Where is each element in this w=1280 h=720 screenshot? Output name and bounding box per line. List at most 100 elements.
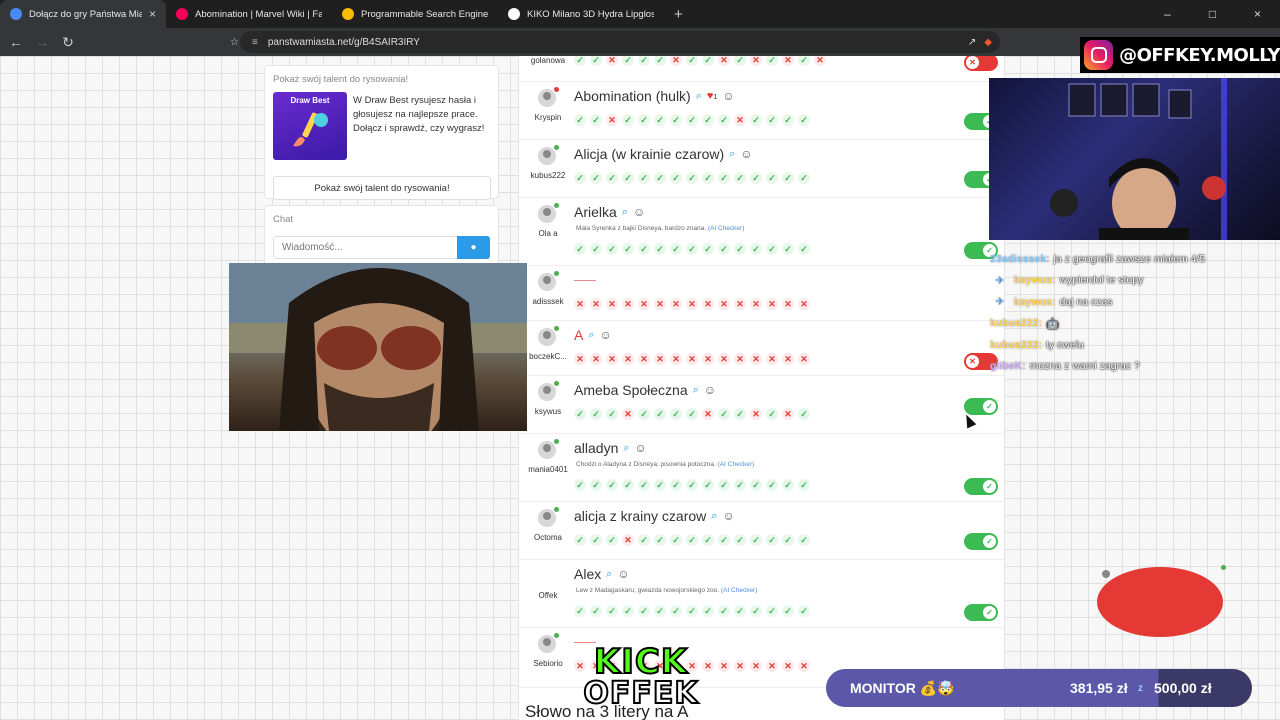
check-icon: ✓ [798,534,810,546]
answer-row: Ola a Arielka ⌕ ☺ Mała Syrenka z bajki Disne… [519,198,1004,266]
new-tab-icon[interactable]: + [664,6,693,23]
check-icon: ✓ [574,243,586,255]
check-icon: ✓ [702,243,714,255]
browser-tab[interactable]: Abomination | Marvel Wiki | Fandom [166,0,332,28]
online-status-icon [554,87,559,92]
cross-icon: ✕ [766,353,778,365]
cross-icon: ✕ [670,56,682,66]
check-icon: ✓ [766,534,778,546]
reaction-icon[interactable]: ☺ [633,205,645,219]
back-icon[interactable]: ← [6,34,26,50]
heart-icon[interactable]: ♥1 [707,90,717,102]
donation-goal-bar: MONITOR 💰🤯 381,95 zł z 500,00 zł [826,669,1252,707]
show-talent-button[interactable]: Pokaż swój talent do rysowania! [273,176,491,200]
kick-logo-top: KICK [593,642,689,682]
reaction-icon[interactable]: ☺ [617,567,629,581]
ai-explanation: Chodzi o Aladyna z Disneya; pisownia pot… [576,461,754,468]
minimize-icon[interactable]: – [1145,0,1190,28]
browser-tab[interactable]: Programmable Search Engine [332,0,498,28]
check-icon: ✓ [734,243,746,255]
player-name: Sebiorio [533,659,563,668]
user-avatar [538,271,559,291]
search-icon[interactable]: ⌕ [588,329,594,342]
maximize-icon[interactable]: □ [1190,0,1235,28]
accept-toggle[interactable]: ✓ [964,478,998,495]
url-text: panstwamiasta.net/g/B4SAIR3IRY [267,36,420,48]
draw-best-tile-label: Draw Best [290,96,330,105]
chat-badge-icon: ✈ [995,274,1005,287]
cross-icon: ✕ [798,660,810,672]
answer-row: mania0401 alladyn ⌕ ☺ Chodzi o Aladyna z Dis… [519,434,1004,502]
check-icon: ✓ [798,243,810,255]
cross-icon: ✕ [574,298,586,310]
cross-icon: ✕ [734,298,746,310]
answer-text: Arielka [574,204,617,220]
user-avatar [538,87,559,107]
like-count: 1 [713,94,718,101]
check-icon: ✓ [654,534,666,546]
site-info-icon[interactable]: ≡ [252,37,258,48]
check-icon: ✓ [654,172,666,184]
browser-tab[interactable]: KIKO Milano 3D Hydra Lipgloss zmię [498,0,664,28]
check-icon: ✓ [766,479,778,491]
user-avatar [1097,565,1226,637]
search-icon[interactable]: ⌕ [623,442,629,455]
check-icon: ✓ [734,534,746,546]
check-icon: ✓ [766,243,778,255]
accept-toggle[interactable]: ✕ [964,56,998,71]
send-message-button[interactable]: ● [457,236,490,259]
close-tab-icon[interactable]: × [149,7,156,21]
check-icon: ✓ [782,243,794,255]
close-window-icon[interactable]: × [1235,0,1280,28]
answer-text: Abomination (hulk) [574,88,691,104]
user-avatar [538,633,559,653]
address-bar[interactable]: ☆ ≡ panstwamiasta.net/g/B4SAIR3IRY ↗ ◆ [230,31,1000,53]
reaction-icon[interactable]: ☺ [600,328,612,342]
forward-icon[interactable]: → [32,34,52,50]
reaction-icon[interactable]: ☺ [635,441,647,455]
check-icon: ✓ [622,243,634,255]
tab-title: Dołącz do gry Państwa Miasta [29,8,142,20]
answer-word: alladyn ⌕ ☺ [574,440,647,456]
share-icon[interactable]: ↗ [968,37,976,48]
check-icon: ✓ [702,534,714,546]
check-icon: ✓ [590,408,602,420]
reaction-icon[interactable]: ☺ [722,89,734,103]
search-icon[interactable]: ⌕ [729,148,735,161]
search-icon[interactable]: ⌕ [711,510,717,523]
cross-icon: ✕ [782,298,794,310]
brave-shield-icon[interactable]: ◆ [984,37,992,48]
check-icon: ✓ [590,243,602,255]
reaction-icon[interactable]: ☺ [740,147,752,161]
chat-text: ty cwelu [1045,338,1084,351]
cross-icon: ✕ [734,114,746,126]
bookmark-icon[interactable]: ☆ [230,37,239,48]
search-icon[interactable]: ⌕ [693,384,699,397]
cross-icon: ✕ [798,298,810,310]
answer-word: Alicja (w krainie czarow) ⌕ ☺ [574,146,753,162]
search-icon[interactable]: ⌕ [606,568,612,581]
accept-toggle[interactable]: ✓ [964,533,998,550]
answer-text: Ameba Społeczna [574,382,688,398]
check-icon: ✓ [654,114,666,126]
reaction-icon[interactable]: ☺ [722,509,734,523]
online-status-icon [554,145,559,150]
cross-icon: ✕ [638,298,650,310]
check-icon: ✓ [718,114,730,126]
accept-toggle[interactable]: ✓ [964,604,998,621]
check-icon: ✓ [670,172,682,184]
vote-marks: ✓ ✓ ✓ ✕ ✓ ✓ ✓ ✓ ✓ ✓ ✓ ✓ ✓ ✓ ✓ [574,534,810,546]
search-icon[interactable]: ⌕ [622,206,628,219]
cross-icon: ✕ [782,408,794,420]
search-icon[interactable]: ⌕ [696,90,702,103]
goal-current: 381,95 zł [1070,680,1128,696]
chat-message-input[interactable] [273,236,459,259]
browser-tab[interactable]: Dołącz do gry Państwa Miasta × [0,0,166,28]
reaction-icon[interactable]: ☺ [704,383,716,397]
check-icon: ✓ [638,56,650,66]
reload-icon[interactable]: ↻ [58,34,78,51]
cross-icon: ✕ [814,56,826,66]
player-name: mania0401 [528,465,568,474]
online-status-icon [1221,565,1226,570]
draw-best-tile[interactable]: Draw Best [273,92,347,160]
